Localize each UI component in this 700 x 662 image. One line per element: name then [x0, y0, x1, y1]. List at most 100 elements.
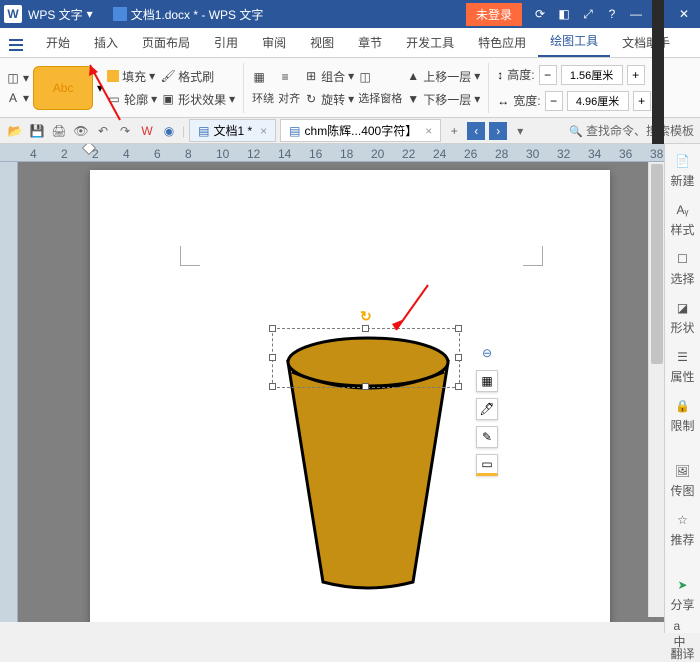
tab-start[interactable]: 开始	[34, 28, 82, 57]
tab-list-button[interactable]: ▾	[511, 122, 529, 140]
help-icon[interactable]: ?	[600, 4, 624, 24]
search-box[interactable]: 🔍 查找命令、搜索模板	[569, 122, 694, 139]
tab-nav-right[interactable]: ›	[489, 122, 507, 140]
rotate-handle[interactable]: ↻	[360, 308, 372, 325]
side-translate[interactable]: a中翻译	[670, 625, 694, 662]
side-styles[interactable]: Aᵧ样式	[670, 201, 694, 238]
selection-handle[interactable]	[455, 383, 462, 390]
login-badge[interactable]: 未登录	[466, 3, 522, 26]
layout-options-icon[interactable]: ⊖	[476, 342, 498, 364]
properties-icon: ☰	[673, 348, 691, 366]
height-label: 高度:	[507, 66, 534, 83]
tab-drawing-tools[interactable]: 绘图工具	[538, 26, 610, 57]
vertical-scrollbar[interactable]	[648, 162, 664, 617]
selection-pane-button[interactable]: ◫	[358, 70, 402, 84]
width-input[interactable]	[567, 91, 629, 111]
add-tab-button[interactable]: +	[445, 122, 463, 140]
qat-wps-icon[interactable]: W	[138, 122, 156, 140]
side-legend[interactable]: 🖼传图	[670, 462, 694, 499]
outline-icon: ▭	[107, 92, 121, 106]
format-painter-button[interactable]: 🖌格式刷	[161, 68, 235, 85]
float-outline-icon[interactable]: ✎	[476, 426, 498, 448]
width-increase-button[interactable]: +	[633, 91, 651, 111]
side-select[interactable]: ☐选择	[670, 250, 694, 287]
shape-icon: ◪	[673, 299, 691, 317]
style-more-icon[interactable]: ▾	[97, 81, 103, 95]
height-input[interactable]	[561, 65, 623, 85]
width-decrease-button[interactable]: −	[545, 91, 563, 111]
tab-references[interactable]: 引用	[202, 28, 250, 57]
side-share[interactable]: ➤分享	[670, 576, 694, 613]
align-button[interactable]: ≡	[278, 70, 300, 84]
backward-icon: ▼	[406, 92, 420, 106]
doc-tab-2[interactable]: ▤ chm陈辉...400字符】 ×	[280, 119, 441, 142]
qat-preview-icon[interactable]: 👁	[72, 122, 90, 140]
scrollbar-thumb[interactable]	[651, 164, 663, 364]
fill-button[interactable]: 填充 ▾	[107, 68, 157, 85]
minimize-button[interactable]: —	[624, 4, 648, 24]
qat-open-icon[interactable]: 📂	[6, 122, 24, 140]
float-wrap-icon[interactable]: ▦	[476, 370, 498, 392]
tab-doc-helper[interactable]: 文档助手	[610, 28, 682, 57]
edit-shape-button[interactable]: ◫▾	[6, 71, 29, 85]
side-properties[interactable]: ☰属性	[670, 348, 694, 385]
sync-icon[interactable]: ⟳	[528, 4, 552, 24]
tab-nav-left[interactable]: ‹	[467, 122, 485, 140]
selection-handle[interactable]	[269, 383, 276, 390]
tab-insert[interactable]: 插入	[82, 28, 130, 57]
horizontal-ruler[interactable]: 422468101214161820222426283032343638	[0, 144, 700, 162]
rotate-button[interactable]: ↻旋转 ▾	[304, 91, 354, 108]
side-limit[interactable]: 🔒限制	[670, 397, 694, 434]
vertical-ruler[interactable]	[0, 162, 18, 622]
ruler-tick: 2	[61, 147, 68, 161]
tab-page-layout[interactable]: 页面布局	[130, 28, 202, 57]
ruler-tick: 14	[278, 147, 291, 161]
selection-handle[interactable]	[455, 325, 462, 332]
qat-print-icon[interactable]: 🖨	[50, 122, 68, 140]
expand-icon[interactable]: ⤢	[576, 4, 600, 24]
tab-chapter[interactable]: 章节	[346, 28, 394, 57]
selection-handle[interactable]	[269, 354, 276, 361]
selection-handle[interactable]	[362, 325, 369, 332]
selection-handle[interactable]	[269, 325, 276, 332]
qat-redo-icon[interactable]: ↷	[116, 122, 134, 140]
height-decrease-button[interactable]: −	[539, 65, 557, 85]
tab-view[interactable]: 视图	[298, 28, 346, 57]
selection-box[interactable]	[272, 328, 460, 388]
side-panel: 📄新建 Aᵧ样式 ☐选择 ◪形状 ☰属性 🔒限制 🖼传图 ☆推荐 ➤分享 a中翻…	[664, 144, 700, 633]
doc-tab-1[interactable]: ▤ 文档1 * ×	[189, 119, 276, 142]
ruler-tick: 30	[526, 147, 539, 161]
side-new[interactable]: 📄新建	[670, 152, 694, 189]
qat-cloud-icon[interactable]: ◉	[160, 122, 178, 140]
close-tab-icon[interactable]: ×	[425, 124, 432, 138]
shape-float-toolbar: ⊖ ▦ 🖊 ✎ ▭	[476, 342, 498, 476]
ruler-tick: 20	[371, 147, 384, 161]
bring-forward-button[interactable]: ▲上移一层 ▾	[406, 68, 480, 85]
document-canvas[interactable]: ↻ ⊖ ▦ 🖊 ✎ ▭	[18, 162, 700, 622]
qat-save-icon[interactable]: 💾	[28, 122, 46, 140]
selection-handle[interactable]	[362, 383, 369, 390]
skin-icon[interactable]: ◧	[552, 4, 576, 24]
app-dropdown-icon[interactable]: ▾	[87, 7, 93, 21]
text-box-button[interactable]: A▾	[6, 91, 29, 105]
side-shape[interactable]: ◪形状	[670, 299, 694, 336]
outline-button[interactable]: ▭轮廓 ▾	[107, 91, 157, 108]
side-recommend[interactable]: ☆推荐	[670, 511, 694, 548]
tab-review[interactable]: 审阅	[250, 28, 298, 57]
brush-icon: 🖌	[161, 69, 175, 83]
height-increase-button[interactable]: +	[627, 65, 645, 85]
selection-handle[interactable]	[455, 354, 462, 361]
shape-effect-button[interactable]: ▣形状效果 ▾	[161, 91, 235, 108]
wrap-button[interactable]: ▦	[252, 70, 274, 84]
file-menu-button[interactable]	[4, 33, 28, 57]
shape-style-preview[interactable]: Abc	[33, 66, 93, 110]
close-button[interactable]: ✕	[672, 4, 696, 24]
tab-developer[interactable]: 开发工具	[394, 28, 466, 57]
close-tab-icon[interactable]: ×	[260, 124, 267, 138]
group-button[interactable]: ⊞组合 ▾	[304, 68, 354, 85]
float-effect-icon[interactable]: ▭	[476, 454, 498, 476]
send-backward-button[interactable]: ▼下移一层 ▾	[406, 91, 480, 108]
qat-undo-icon[interactable]: ↶	[94, 122, 112, 140]
float-fill-icon[interactable]: 🖊	[476, 398, 498, 420]
tab-special[interactable]: 特色应用	[466, 28, 538, 57]
